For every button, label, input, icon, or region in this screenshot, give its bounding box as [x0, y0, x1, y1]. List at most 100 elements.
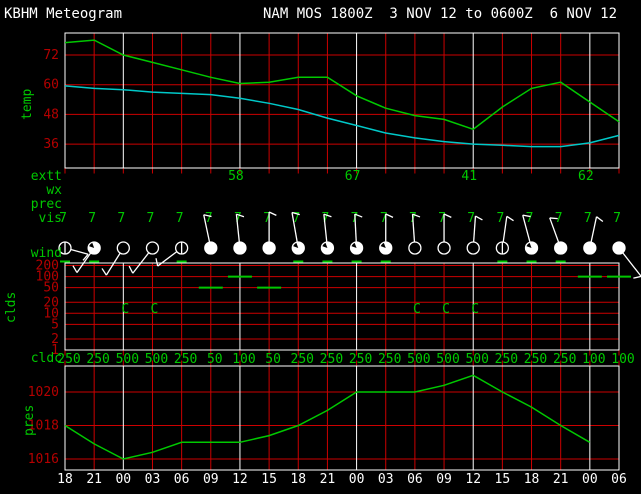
- extt-row-label: extt: [0, 170, 62, 183]
- vis-value: 7: [117, 211, 125, 226]
- vis-row-label: vis: [0, 212, 62, 225]
- pres-panel-border: [65, 366, 619, 470]
- temp-ytick-label: 48: [43, 107, 59, 122]
- hour-label: 03: [378, 472, 394, 487]
- cldc-value: 100: [232, 352, 255, 367]
- cldc-value: 100: [611, 352, 634, 367]
- extt-value: 41: [461, 169, 477, 184]
- vis-value: 7: [147, 211, 155, 226]
- clds-panel-border: [65, 263, 619, 350]
- pres-vgrid: [94, 366, 590, 470]
- hour-label: 09: [436, 472, 452, 487]
- hour-label: 15: [261, 472, 277, 487]
- meteogram-chart: 72 60 48 36 200100502010521 102010181016 18 21 0…: [0, 0, 641, 494]
- cldc-value: 250: [553, 352, 576, 367]
- vis-value: 7: [438, 211, 446, 226]
- clds-axis-label: clds: [4, 268, 19, 346]
- hour-label: 15: [495, 472, 511, 487]
- clear-mark: C: [121, 302, 129, 317]
- cldc-value: 500: [116, 352, 139, 367]
- station-title: KBHM Meteogram: [4, 6, 122, 22]
- vis-value: 7: [526, 211, 534, 226]
- cldc-value: 250: [524, 352, 547, 367]
- wind-barb: [613, 242, 641, 278]
- temp-panel-border: [65, 33, 619, 168]
- clds-ytick-label: 50: [43, 281, 59, 296]
- cldc-row-label: cldc: [0, 352, 62, 365]
- temp-vgrid: [94, 33, 590, 168]
- extt-value: 67: [345, 169, 361, 184]
- cldc-value: 250: [349, 352, 372, 367]
- hour-label: 09: [203, 472, 219, 487]
- hour-label: 03: [145, 472, 161, 487]
- temp-axis-label: temp: [20, 58, 35, 150]
- pres-axis-label: pres: [22, 384, 37, 456]
- hour-label: 06: [611, 472, 627, 487]
- hour-label: 00: [349, 472, 365, 487]
- cldc-value: 500: [145, 352, 168, 367]
- clear-mark: C: [151, 302, 159, 317]
- vis-values: 77777777777777777777: [59, 211, 621, 226]
- extt-values: 58674162: [228, 169, 594, 184]
- temp-ytick-labels: 72 60 48 36: [43, 48, 59, 152]
- vis-value: 7: [380, 211, 388, 226]
- hour-label: 21: [553, 472, 569, 487]
- wind-barb: [59, 242, 88, 260]
- hour-label: 06: [407, 472, 423, 487]
- clds-ytick-label: 5: [51, 317, 59, 332]
- wind-row-label: wind: [0, 247, 62, 260]
- vis-value: 7: [613, 211, 621, 226]
- cldc-value: 250: [86, 352, 109, 367]
- cldc-value: 250: [495, 352, 518, 367]
- hour-label: 18: [57, 472, 73, 487]
- vis-value: 7: [467, 211, 475, 226]
- hour-label: 00: [115, 472, 131, 487]
- vis-value: 7: [176, 211, 184, 226]
- clear-mark: C: [471, 302, 479, 317]
- cldc-value: 50: [265, 352, 281, 367]
- hour-label: 12: [232, 472, 248, 487]
- pres-panel: 102010181016: [28, 366, 619, 470]
- dewpoint-line: [65, 86, 619, 147]
- temp-panel: 72 60 48 36: [43, 33, 619, 168]
- cldc-value: 500: [436, 352, 459, 367]
- hour-axis-labels: 18 21 00 03 06 09 12 15 18 21 00 03 06 09 12 15 18 21 00 06: [57, 472, 627, 487]
- cldc-value: 250: [320, 352, 343, 367]
- temp-ytick-label: 36: [43, 137, 59, 152]
- hour-label: 06: [174, 472, 190, 487]
- cldc-value: 50: [207, 352, 223, 367]
- clds-vgrid: [94, 263, 590, 350]
- hour-label: 21: [320, 472, 336, 487]
- cldc-value: 250: [378, 352, 401, 367]
- hour-label: 18: [524, 472, 540, 487]
- hour-label: 21: [86, 472, 102, 487]
- temp-ytick-label: 60: [43, 78, 59, 93]
- meteogram-screen: 72 60 48 36 200100502010521 102010181016 18 21 0…: [0, 0, 641, 494]
- wind-barb: [102, 242, 129, 275]
- cldc-value: 100: [582, 352, 605, 367]
- hour-label: 12: [465, 472, 481, 487]
- cldc-value: 250: [291, 352, 314, 367]
- prec-row-label: prec: [0, 198, 62, 211]
- clear-mark: C: [413, 302, 421, 317]
- wx-row-label: wx: [0, 184, 62, 197]
- temp-ytick-label: 72: [43, 48, 59, 63]
- ceiling-segments: CCCCC: [60, 262, 631, 318]
- vis-value: 7: [584, 211, 592, 226]
- cldc-value: 500: [465, 352, 488, 367]
- vis-value: 7: [88, 211, 96, 226]
- hour-label: 18: [290, 472, 306, 487]
- tick-stubs-0: [65, 169, 619, 174]
- model-run-title: NAM MOS 1800Z 3 NOV 12 to 0600Z 6 NOV 12: [263, 6, 617, 22]
- vis-value: 7: [496, 211, 504, 226]
- extt-value: 62: [578, 169, 594, 184]
- cldc-values: 250 250 500 500 250 50 100 50 250 250 250 250 500 500…: [57, 352, 634, 367]
- cldc-value: 250: [174, 352, 197, 367]
- temp-hgrid: [65, 55, 619, 144]
- cldc-value: 500: [407, 352, 430, 367]
- vis-value: 7: [263, 211, 271, 226]
- clds-ytick-labels: 200100502010521: [36, 259, 59, 358]
- wind-barb: [129, 242, 158, 273]
- clds-hgrid: [65, 266, 619, 339]
- hour-label: 00: [582, 472, 598, 487]
